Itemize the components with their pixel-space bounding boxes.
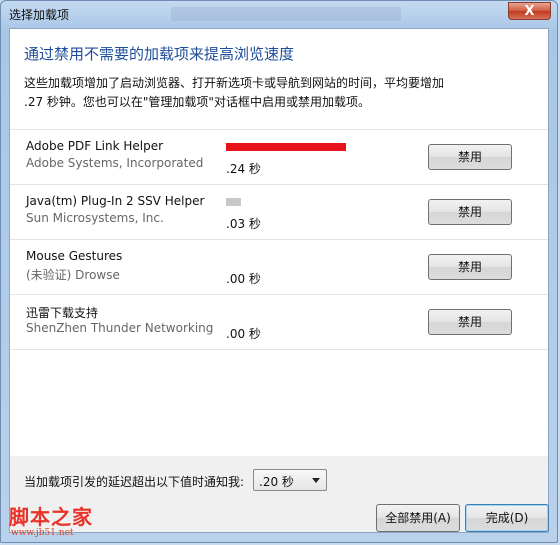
list-item: Adobe PDF Link Helper Adobe Systems, Inc… (10, 129, 548, 184)
site-watermark: 脚本之家 www.jb51.net (9, 501, 93, 538)
addon-name: 迅雷下载支持 (26, 306, 99, 320)
list-item: Mouse Gestures (未验证) Drowse .00 秒 禁用 (10, 239, 548, 294)
addon-publisher: Adobe Systems, Incorporated (26, 156, 204, 170)
load-time-bar (226, 198, 241, 206)
close-button[interactable]: X (508, 2, 551, 20)
addon-name: Adobe PDF Link Helper (26, 139, 164, 153)
notify-threshold-label: 当加载项引发的延迟超出以下值时通知我: (24, 475, 245, 489)
title-bar[interactable]: 选择加载项 X (1, 1, 557, 27)
addon-publisher: Sun Microsystems, Inc. (26, 211, 164, 225)
background-window-blur (171, 7, 401, 21)
disable-button[interactable]: 禁用 (428, 199, 512, 225)
addon-publisher: ShenZhen Thunder Networking T (26, 321, 216, 335)
done-button[interactable]: 完成(D) (465, 504, 549, 532)
addon-list: Adobe PDF Link Helper Adobe Systems, Inc… (10, 129, 548, 350)
threshold-value: .20 秒 (259, 475, 294, 489)
dialog-window: 选择加载项 X 通过禁用不需要的加载项来提高浏览速度 这些加载项增加了启动浏览器… (0, 0, 558, 543)
disable-button[interactable]: 禁用 (428, 309, 512, 335)
addon-name: Java(tm) Plug-In 2 SSV Helper (26, 194, 205, 208)
addon-name: Mouse Gestures (26, 249, 123, 263)
threshold-dropdown[interactable]: .20 秒 (253, 469, 327, 491)
load-time-value: .03 秒 (226, 217, 261, 231)
load-time-bar-track (226, 308, 346, 316)
page-title: 通过禁用不需要的加载项来提高浏览速度 (24, 45, 295, 63)
addon-publisher: (未验证) Drowse (26, 268, 120, 282)
load-time-bar-track (226, 253, 346, 261)
load-time-bar (226, 143, 346, 151)
watermark-url: www.jb51.net (11, 528, 74, 538)
load-time-value: .24 秒 (226, 162, 261, 176)
dialog-client-area: 通过禁用不需要的加载项来提高浏览速度 这些加载项增加了启动浏览器、打开新选项卡或… (9, 28, 549, 533)
chevron-down-icon (312, 478, 320, 483)
disable-button[interactable]: 禁用 (428, 144, 512, 170)
watermark-text: 脚本之家 (9, 505, 93, 529)
load-time-value: .00 秒 (226, 272, 261, 286)
load-time-bar-track (226, 198, 346, 206)
load-time-value: .00 秒 (226, 327, 261, 341)
list-item: Java(tm) Plug-In 2 SSV Helper Sun Micros… (10, 184, 548, 239)
disable-button[interactable]: 禁用 (428, 254, 512, 280)
disable-all-button[interactable]: 全部禁用(A) (376, 504, 460, 532)
content-panel: 通过禁用不需要的加载项来提高浏览速度 这些加载项增加了启动浏览器、打开新选项卡或… (10, 29, 548, 456)
load-time-bar-track (226, 143, 346, 151)
window-title: 选择加载项 (9, 8, 70, 22)
description-text: 这些加载项增加了启动浏览器、打开新选项卡或导航到网站的时间，平均要增加 .27 … (24, 76, 445, 109)
list-item: 迅雷下载支持 ShenZhen Thunder Networking T .00… (10, 294, 548, 350)
